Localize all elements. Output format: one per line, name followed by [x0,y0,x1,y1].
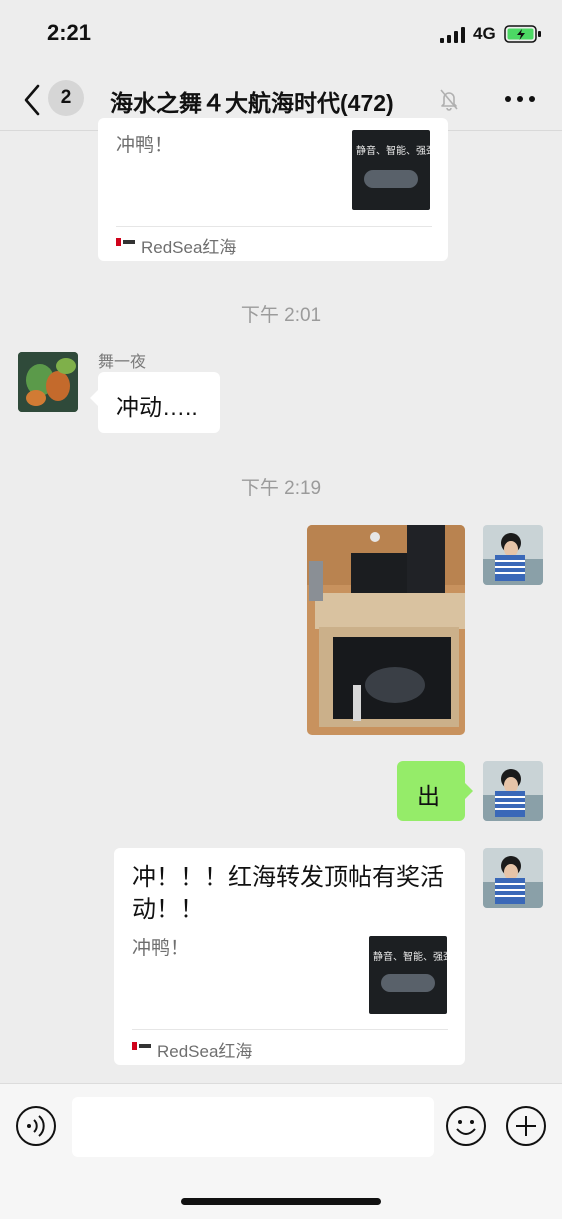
message-bubble-incoming[interactable]: 冲动….. [90,372,220,433]
home-indicator[interactable] [181,1198,381,1205]
product-shape [364,170,418,188]
avatar-child-image [483,525,543,585]
bell-slash-icon [440,89,458,111]
voice-icon[interactable] [15,1105,57,1147]
message-text: 冲动….. [116,394,198,420]
card-subtitle: 冲鸭！ [132,938,190,959]
card-divider [116,226,432,227]
sender-name: 舞一夜 [98,354,147,371]
my-avatar[interactable] [483,525,543,585]
more-dots-icon[interactable] [500,89,540,109]
redsea-logo-icon [116,238,136,246]
chat-title: 海水之舞４大航海时代(472) [110,90,394,116]
card-source: RedSea红海 [157,1042,253,1061]
status-time: 2:21 [47,20,92,45]
thumb-text: 静音、智能、强劲 [373,952,447,963]
card-subtitle: 冲鸭！ [116,135,174,156]
avatar-child-image [483,761,543,821]
plus-circle-icon[interactable] [505,1105,547,1147]
emoji-icon[interactable] [445,1105,487,1147]
redsea-logo-icon [132,1042,152,1050]
status-bar: 2:21 4G [0,0,562,68]
product-shape [381,974,435,992]
my-avatar[interactable] [483,761,543,821]
thumb-text: 静音、智能、强劲 [356,146,430,157]
avatar-child-image [483,848,543,908]
chevron-left-icon [24,84,40,116]
unread-count-badge[interactable]: 2 [48,80,84,116]
sent-photo[interactable] [307,525,465,735]
card-title: 冲！！！红海转发顶帖有奖活动！！ [132,864,444,923]
message-bubble-outgoing[interactable]: 出 [397,761,473,821]
card-thumbnail: 静音、智能、强劲 [352,130,430,210]
photo-image [307,525,465,735]
battery-icon [504,25,541,43]
signal-icon [440,27,465,43]
timestamp: 下午 2:19 [240,478,322,499]
avatar[interactable] [18,352,78,412]
my-avatar[interactable] [483,848,543,908]
avatar-fish-image [18,352,78,412]
card-source: RedSea红海 [141,238,237,257]
network-type: 4G [473,24,496,43]
message-text: 出 [417,783,440,809]
message-input[interactable] [72,1097,434,1157]
timestamp: 下午 2:01 [240,305,322,326]
card-divider [132,1029,448,1030]
card-thumbnail: 静音、智能、强劲 [369,936,447,1014]
